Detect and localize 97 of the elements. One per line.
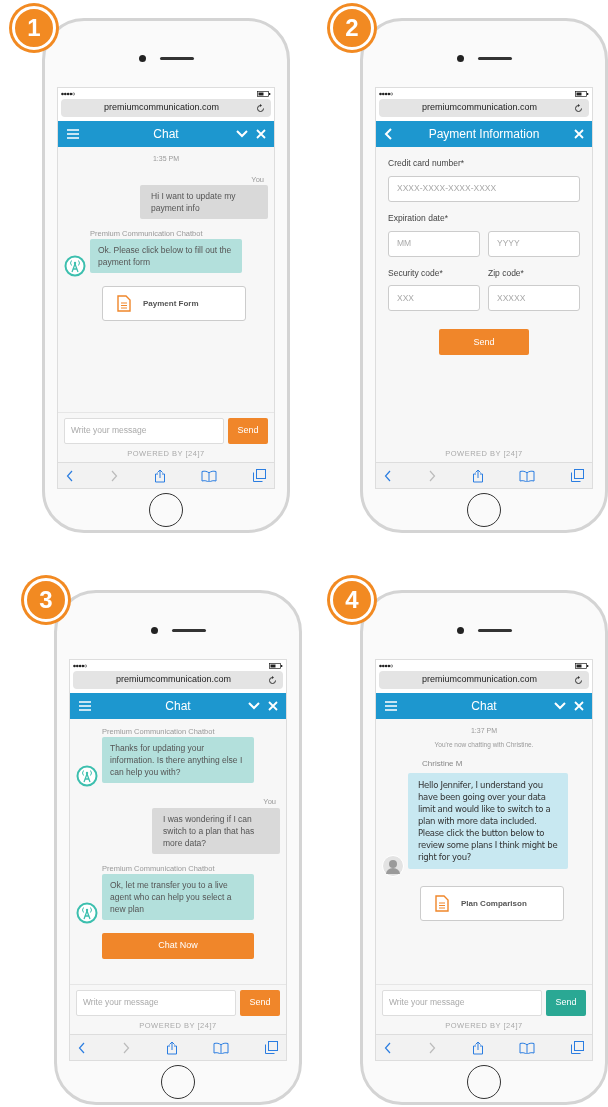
header-title: Chat (153, 126, 179, 143)
header-title: Payment Information (428, 126, 540, 143)
bot-message-bubble: Ok, let me transfer you to a live agent who can help you select a new plan (102, 873, 254, 920)
address-bar[interactable]: premiumcommunication.com (73, 671, 283, 689)
home-button[interactable] (467, 492, 501, 527)
speaker-slot (159, 56, 194, 60)
message-input-field[interactable]: Write your message (64, 417, 224, 444)
close-icon[interactable] (268, 701, 278, 711)
person-avatar-icon (382, 855, 404, 878)
address-bar[interactable]: premiumcommunication.com (379, 671, 589, 689)
back-icon[interactable] (384, 469, 392, 482)
send-button[interactable]: Send (546, 989, 586, 1016)
home-button[interactable] (149, 492, 183, 527)
input-field[interactable]: XXX (388, 285, 480, 312)
tabs-icon[interactable] (265, 1041, 278, 1054)
step-number-badge: 3 (24, 578, 68, 622)
url-text: premiumcommunication.com (115, 673, 231, 687)
battery-icon (269, 662, 283, 669)
share-icon[interactable] (153, 468, 166, 483)
menu-icon[interactable] (78, 700, 92, 712)
chevron-down-icon[interactable] (248, 701, 260, 711)
agent-message-bubble: Hello Jennifer, I understand you have been going over your data limit and would like to switch to a plan with more data included. Please click the button below to review some plans I think might be right for you? (408, 773, 568, 870)
url-text: premiumcommunication.com (103, 101, 219, 115)
signal-icon (73, 663, 87, 668)
chat-now-button[interactable]: Chat Now (102, 932, 254, 959)
tabs-icon[interactable] (571, 1041, 584, 1054)
input-field[interactable]: MM (388, 230, 480, 257)
field-label: Security code* (388, 266, 444, 280)
tabs-icon[interactable] (571, 469, 584, 482)
message-input-field[interactable]: Write your message (76, 989, 236, 1016)
header-title: Chat (165, 698, 191, 715)
back-icon[interactable] (384, 128, 394, 140)
input-field[interactable]: XXXXX (488, 285, 580, 312)
share-icon[interactable] (165, 1040, 178, 1055)
file-card-title: Payment Form (143, 297, 199, 310)
close-icon[interactable] (574, 701, 584, 711)
bot-message-bubble: Ok. Please click below to fill out the payment form (90, 239, 242, 273)
address-bar[interactable]: premiumcommunication.com (379, 99, 589, 117)
input-field[interactable]: YYYY (488, 230, 580, 257)
book-icon[interactable] (519, 1041, 536, 1054)
book-icon[interactable] (213, 1041, 230, 1054)
message-input-field[interactable]: Write your message (382, 989, 542, 1016)
share-icon[interactable] (471, 1040, 484, 1055)
tower-avatar-icon (64, 255, 86, 277)
sender-label: Christine M (422, 758, 464, 771)
step-number-badge: 2 (330, 6, 374, 50)
home-button[interactable] (467, 1064, 501, 1099)
step-number-badge: 1 (12, 6, 56, 50)
address-bar[interactable]: premiumcommunication.com (61, 99, 271, 117)
header-title: Chat (471, 698, 497, 715)
battery-icon (575, 662, 589, 669)
field-label: Expiration date* (388, 211, 449, 225)
file-card[interactable]: Plan Comparison (420, 886, 564, 922)
input-field[interactable]: XXXX-XXXX-XXXX-XXXX (388, 175, 580, 202)
battery-icon (257, 90, 271, 97)
book-icon[interactable] (201, 469, 218, 482)
back-icon[interactable] (66, 469, 74, 482)
reload-icon[interactable] (574, 675, 583, 685)
step-number-badge: 4 (330, 578, 374, 622)
back-icon[interactable] (384, 1041, 392, 1054)
speaker-slot (171, 628, 206, 632)
menu-icon[interactable] (66, 128, 80, 140)
chevron-down-icon[interactable] (554, 701, 566, 711)
file-card[interactable]: Payment Form (102, 286, 246, 321)
menu-icon[interactable] (384, 700, 398, 712)
url-text: premiumcommunication.com (421, 101, 537, 115)
tabs-icon[interactable] (253, 469, 266, 482)
speaker-slot (477, 628, 512, 632)
back-icon[interactable] (78, 1041, 86, 1054)
reload-icon[interactable] (256, 103, 265, 113)
close-icon[interactable] (256, 129, 266, 139)
send-button[interactable]: Send (240, 989, 280, 1016)
document-icon (117, 295, 131, 312)
book-icon[interactable] (519, 469, 536, 482)
tower-avatar-icon (76, 901, 98, 924)
tower-avatar-icon (76, 765, 98, 788)
signal-icon (379, 663, 393, 668)
send-button[interactable]: Send (228, 417, 268, 444)
user-message-bubble: Hi I want to update my payment info (140, 184, 268, 219)
file-card-title: Plan Comparison (461, 897, 527, 910)
home-button[interactable] (161, 1064, 195, 1099)
user-message-bubble: I was wondering if I can switch to a plan that has more data? (152, 807, 280, 854)
field-label: Zip code* (488, 266, 525, 280)
speaker-slot (477, 56, 512, 60)
signal-icon (379, 91, 393, 96)
reload-icon[interactable] (574, 103, 583, 113)
url-text: premiumcommunication.com (421, 673, 537, 687)
share-icon[interactable] (471, 468, 484, 483)
signal-icon (61, 91, 75, 96)
chevron-down-icon[interactable] (236, 129, 248, 139)
battery-icon (575, 90, 589, 97)
bot-message-bubble: Thanks for updating your information. Is there anything else I can help you with? (102, 737, 254, 784)
document-icon (435, 895, 449, 913)
close-icon[interactable] (574, 129, 584, 139)
field-label: Credit card number* (388, 157, 466, 170)
send-button[interactable]: Send (439, 329, 529, 356)
reload-icon[interactable] (268, 675, 277, 685)
